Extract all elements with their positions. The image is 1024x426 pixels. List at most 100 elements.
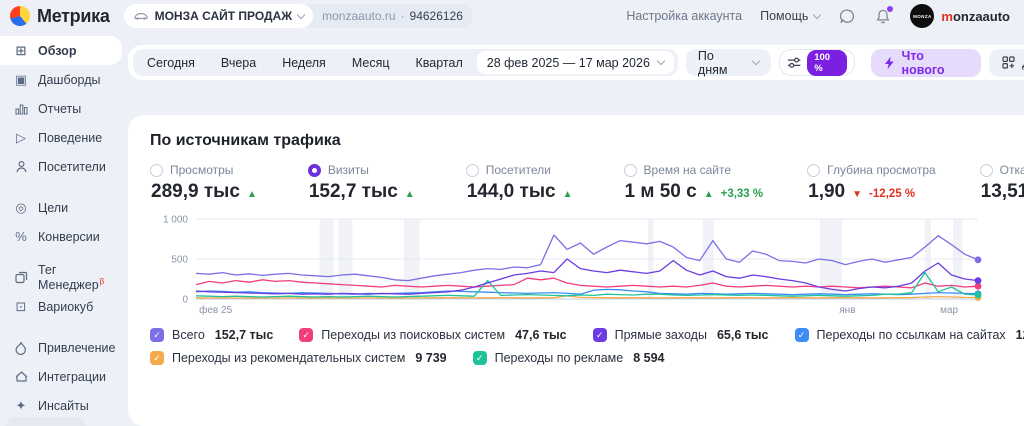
whats-new-label: Что нового: [902, 49, 969, 77]
help-menu[interactable]: Помощь: [760, 9, 820, 23]
metric-time-on-site[interactable]: Время на сайте 1 м 50 с▲+3,33 %: [624, 163, 764, 203]
sidebar-item-acquisition[interactable]: Привлечение: [0, 333, 122, 362]
dashboards-icon: ▣: [13, 72, 29, 88]
checkbox-icon: ✓: [299, 328, 313, 342]
checkbox-icon: ✓: [473, 351, 487, 365]
sidebar-item-insights[interactable]: ✦ Инсайты: [0, 391, 122, 420]
metric-views[interactable]: Просмотры 289,9 тыс▲: [150, 163, 264, 203]
trend-arrow-icon: ▲: [563, 189, 573, 200]
whats-new-button[interactable]: Что нового: [871, 49, 981, 77]
sidebar-label: Привлечение: [38, 341, 115, 355]
chevron-down-icon: [813, 10, 821, 18]
beta-badge: β: [100, 277, 105, 286]
metric-depth[interactable]: Глубина просмотра 1,90▼-12,25 %: [807, 163, 936, 203]
sidebar-label: Поведение: [38, 131, 102, 145]
sidebar-label: Отчеты: [38, 102, 81, 116]
metric-users[interactable]: Посетители 144,0 тыс▲: [466, 163, 580, 203]
separator-dot: ·: [401, 9, 405, 23]
radio-icon: [624, 164, 637, 177]
person-icon: [13, 159, 29, 175]
notifications-button[interactable]: [874, 7, 892, 25]
bar-chart-icon: [13, 101, 29, 117]
sidebar-collapsed-panel[interactable]: [6, 417, 86, 426]
sidebar-label: Дашборды: [38, 73, 101, 87]
legend-direct[interactable]: ✓ Прямые заходы 65,6 тыс: [593, 328, 769, 342]
metrika-logo[interactable]: Метрика: [10, 6, 110, 27]
chevron-down-icon: [752, 57, 760, 65]
metrika-logo-icon: [10, 6, 30, 26]
counter-select[interactable]: МОНЗА САЙТ ПРОДАЖ: [124, 4, 314, 28]
legend-recommendation[interactable]: ✓ Переходы из рекомендательных систем 9 …: [150, 351, 447, 365]
add-widget-button[interactable]: Добавить: [989, 49, 1024, 77]
granularity-value: По дням: [698, 49, 745, 77]
checkbox-icon: ✓: [795, 328, 809, 342]
toolbar: Сегодня Вчера Неделя Месяц Квартал 28 фе…: [128, 45, 1024, 80]
svg-text:мар: мар: [940, 305, 958, 316]
user-menu[interactable]: MONZA monzaauto: [910, 4, 1010, 28]
chat-icon: [839, 8, 856, 25]
chevron-down-icon: [297, 10, 305, 18]
range-month-button[interactable]: Месяц: [340, 56, 402, 70]
flame-icon: [13, 340, 29, 356]
sidebar-item-overview[interactable]: ⊞ Обзор: [0, 36, 122, 65]
date-range-picker[interactable]: 28 фев 2025 — 17 мар 2026: [477, 51, 674, 74]
metrika-logo-text: Метрика: [37, 6, 110, 27]
sidebar-label: Цели: [38, 201, 68, 215]
sidebar-item-visitors[interactable]: Посетители: [0, 152, 122, 181]
sidebar-label: Тег Менеджерβ: [38, 263, 114, 292]
legend-ads[interactable]: ✓ Переходы по рекламе 8 594: [473, 351, 665, 365]
counter-name: МОНЗА САЙТ ПРОДАЖ: [155, 9, 293, 23]
legend-total[interactable]: ✓ Всего 152,7 тыс: [150, 328, 273, 342]
checkbox-icon: ✓: [593, 328, 607, 342]
variocube-icon: ⊡: [13, 299, 29, 315]
checkbox-icon: ✓: [150, 328, 164, 342]
legend-site-links[interactable]: ✓ Переходы по ссылкам на сайтах 12,4 тыс: [795, 328, 1024, 342]
metric-visits[interactable]: Визиты 152,7 тыс▲: [308, 163, 422, 203]
sidebar-item-dashboards[interactable]: ▣ Дашборды: [0, 65, 122, 94]
trend-arrow-icon: ▼: [852, 189, 862, 200]
account-settings-link[interactable]: Настройка аккаунта: [626, 9, 742, 23]
sidebar-item-tag-manager[interactable]: Тег Менеджерβ: [0, 263, 122, 292]
card-title: По источникам трафика: [150, 132, 1024, 150]
trend-arrow-icon: ▲: [704, 189, 714, 200]
sidebar-item-variocube[interactable]: ⊡ Вариокуб: [0, 292, 122, 321]
avatar: MONZA: [910, 4, 934, 28]
percent-icon: %: [13, 229, 29, 245]
sidebar-label: Интеграции: [38, 370, 106, 384]
range-today-button[interactable]: Сегодня: [135, 56, 207, 70]
metric-tabs: Просмотры 289,9 тыс▲ Визиты 152,7 тыс▲ П…: [150, 163, 1024, 203]
svg-text:янв: янв: [839, 305, 855, 316]
legend-search[interactable]: ✓ Переходы из поисковых систем 47,6 тыс: [299, 328, 566, 342]
notification-dot: [887, 6, 893, 12]
metric-bounce-rate[interactable]: Отказы 13,51 %▲+1,4 %: [980, 163, 1024, 203]
sampling-button[interactable]: 100 %: [779, 49, 855, 76]
range-yesterday-button[interactable]: Вчера: [209, 56, 268, 70]
sidebar-item-integrations[interactable]: Интеграции: [0, 362, 122, 391]
sidebar-label: Посетители: [38, 160, 106, 174]
site-favicon-car-icon: [133, 11, 149, 21]
sidebar-item-goals[interactable]: ◎ Цели: [0, 193, 122, 222]
sidebar-label: Обзор: [38, 44, 76, 58]
sidebar-item-reports[interactable]: Отчеты: [0, 94, 122, 123]
sidebar-item-conversions[interactable]: % Конверсии: [0, 222, 122, 251]
sidebar-item-behavior[interactable]: ▷ Поведение: [0, 123, 122, 152]
range-week-button[interactable]: Неделя: [270, 56, 338, 70]
grid-icon: ⊞: [13, 43, 29, 59]
range-quarter-button[interactable]: Квартал: [404, 56, 475, 70]
svg-text:0: 0: [182, 295, 188, 306]
traffic-sources-card: По источникам трафика ⋮ Просмотры 289,9 …: [128, 115, 1024, 426]
tag-manager-icon: [13, 270, 29, 286]
chat-button[interactable]: [838, 7, 856, 25]
lightning-icon: [884, 56, 895, 70]
radio-icon: [980, 164, 993, 177]
svg-text:500: 500: [171, 255, 188, 266]
puzzle-icon: [13, 369, 29, 385]
checkbox-icon: ✓: [150, 351, 164, 365]
traffic-chart[interactable]: 1 0005000фев 25янвмар: [150, 211, 1024, 322]
granularity-select[interactable]: По дням: [686, 49, 771, 76]
sidebar-label: Конверсии: [38, 230, 100, 244]
username: monzaauto: [941, 9, 1010, 24]
counter-domain[interactable]: monzaauto.ru: [322, 9, 395, 23]
chart-legend: ✓ Всего 152,7 тыс ✓ Переходы из поисковы…: [150, 328, 1024, 365]
sidebar-label: Вариокуб: [38, 300, 93, 314]
